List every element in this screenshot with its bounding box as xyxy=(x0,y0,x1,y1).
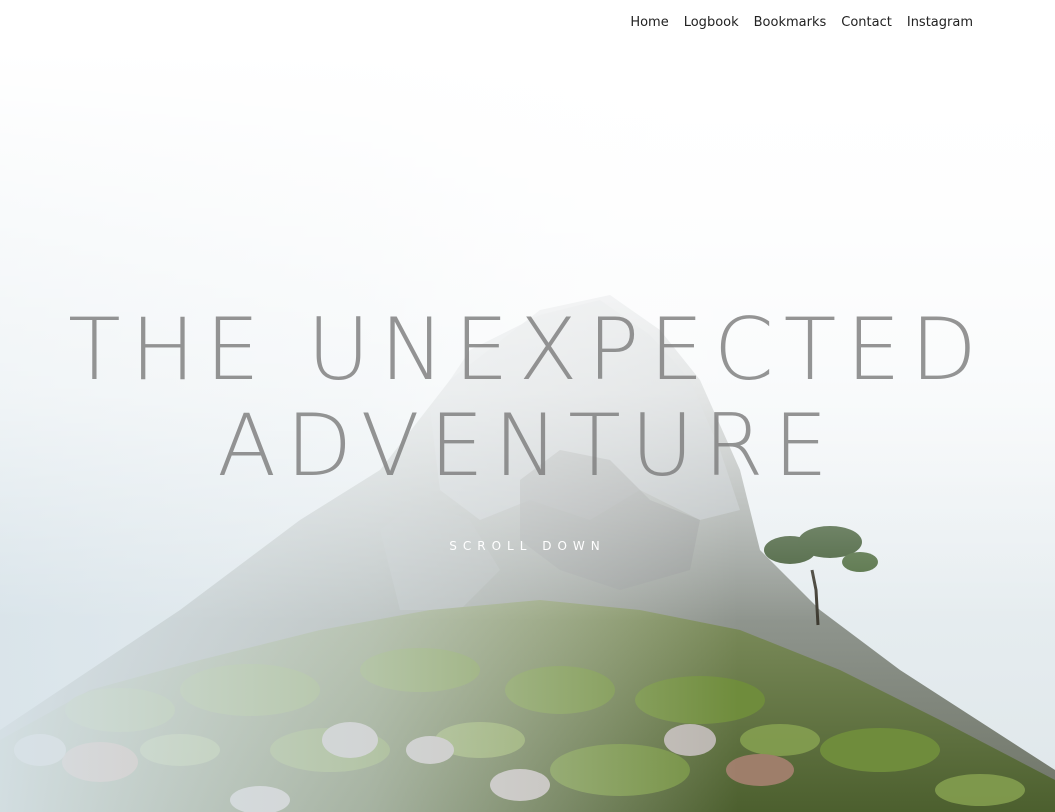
nav-link-bookmarks[interactable]: Bookmarks xyxy=(754,15,827,30)
nav-link-instagram[interactable]: Instagram xyxy=(907,15,973,30)
top-navigation-bar: Home Logbook Bookmarks Contact Instagram xyxy=(0,0,1055,50)
nav-link-contact[interactable]: Contact xyxy=(841,15,892,30)
nav-link-logbook[interactable]: Logbook xyxy=(684,15,739,30)
hero-section: THE UNEXPECTED ADVENTURE SCROLL DOWN xyxy=(0,50,1055,812)
hero-title-line-2: ADVENTURE xyxy=(217,396,838,496)
main-nav: Home Logbook Bookmarks Contact Instagram xyxy=(630,15,973,30)
hero-title-line-1: THE UNEXPECTED xyxy=(68,300,987,400)
scroll-down-link[interactable]: SCROLL DOWN xyxy=(0,539,1055,553)
hero-title: THE UNEXPECTED ADVENTURE xyxy=(0,302,1055,494)
nav-link-home[interactable]: Home xyxy=(630,15,668,30)
